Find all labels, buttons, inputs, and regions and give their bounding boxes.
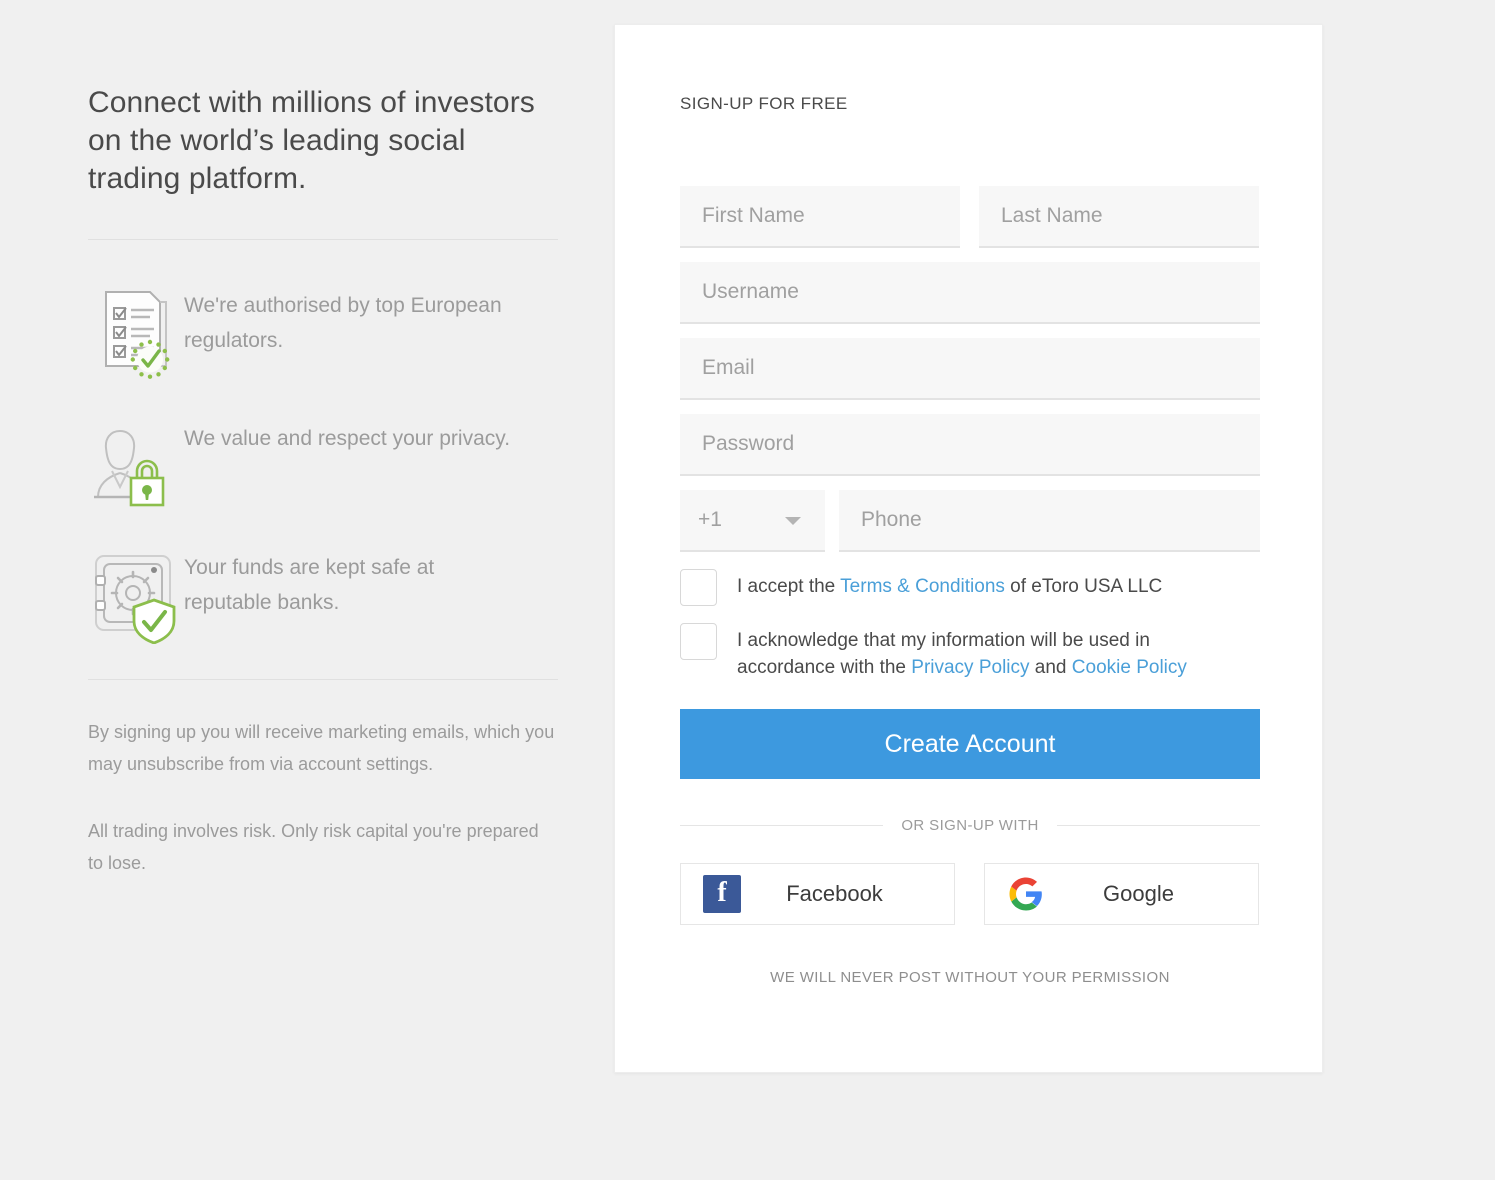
facebook-signup-button[interactable]: f Facebook (680, 863, 955, 925)
privacy-middle: and (1029, 657, 1072, 678)
email-placeholder: Email (702, 356, 755, 379)
signup-form: First Name Last Name Username Email Pass… (680, 186, 1261, 986)
permission-note: WE WILL NEVER POST WITHOUT YOUR PERMISSI… (770, 969, 1170, 986)
privacy-checkbox[interactable] (680, 623, 717, 660)
terms-row: I accept the Terms & Conditions of eToro… (680, 568, 1260, 606)
terms-suffix: of eToro USA LLC (1004, 576, 1163, 597)
terms-checkbox[interactable] (680, 569, 717, 606)
last-name-field[interactable]: Last Name (979, 186, 1259, 248)
username-field[interactable]: Username (680, 262, 1260, 324)
checklist-verified-icon (88, 284, 184, 382)
page-title: Connect with millions of investors on th… (88, 86, 535, 195)
privacy-row: I acknowledge that my information will b… (680, 622, 1260, 681)
privacy-policy-link[interactable]: Privacy Policy (911, 657, 1029, 678)
feature-list: We're authorised by top European regulat… (88, 284, 560, 644)
feature-label: We value and respect your privacy. (184, 427, 511, 450)
person-lock-icon (88, 417, 184, 511)
divider-top (88, 239, 558, 240)
google-signup-button[interactable]: Google (984, 863, 1259, 925)
country-code-value: +1 (698, 508, 722, 531)
terms-label: I accept the Terms & Conditions of eToro… (737, 568, 1162, 600)
password-row: Password (680, 414, 1260, 476)
divider-bottom (88, 679, 558, 680)
feature-label: Your funds are kept safe at reputable ba… (184, 556, 435, 614)
terms-conditions-link[interactable]: Terms & Conditions (840, 576, 1005, 597)
legal-disclaimer: By signing up you will receive marketing… (88, 716, 560, 879)
country-code-select[interactable]: +1 (680, 490, 825, 552)
username-placeholder: Username (702, 280, 799, 303)
marketing-disclaimer: By signing up you will receive marketing… (88, 722, 555, 774)
facebook-icon: f (703, 875, 741, 913)
first-name-field[interactable]: First Name (680, 186, 960, 248)
feature-item: We value and respect your privacy. (88, 417, 560, 511)
signup-card: SIGN-UP FOR FREE First Name Last Name Us… (614, 24, 1323, 1073)
name-row: First Name Last Name (680, 186, 1260, 248)
password-placeholder: Password (702, 432, 795, 455)
phone-row: +1 Phone (680, 490, 1260, 552)
facebook-glyph: f (703, 875, 741, 913)
or-signup-label: OR SIGN-UP WITH (901, 817, 1039, 834)
separator-line-left (680, 825, 884, 826)
first-name-placeholder: First Name (702, 204, 805, 227)
privacy-label: I acknowledge that my information will b… (737, 622, 1237, 681)
email-field[interactable]: Email (680, 338, 1260, 400)
chevron-down-icon (785, 517, 801, 525)
password-field[interactable]: Password (680, 414, 1260, 476)
signup-page: Connect with millions of investors on th… (0, 0, 1495, 1180)
facebook-label: Facebook (786, 881, 883, 906)
feature-label: We're authorised by top European regulat… (184, 294, 502, 352)
or-separator: OR SIGN-UP WITH (680, 817, 1261, 834)
cookie-policy-link[interactable]: Cookie Policy (1072, 657, 1187, 678)
signup-heading: SIGN-UP FOR FREE (680, 94, 848, 113)
last-name-placeholder: Last Name (1001, 204, 1103, 227)
email-row: Email (680, 338, 1260, 400)
google-label: Google (1103, 881, 1174, 906)
terms-prefix: I accept the (737, 576, 841, 597)
phone-field[interactable]: Phone (839, 490, 1260, 552)
phone-placeholder: Phone (861, 508, 922, 531)
separator-line-right (1056, 825, 1261, 826)
safe-shield-icon (88, 546, 184, 644)
social-signup-row: f Facebook Google (680, 863, 1260, 925)
risk-disclaimer: All trading involves risk. Only risk cap… (88, 821, 539, 873)
create-account-button[interactable]: Create Account (680, 709, 1260, 779)
feature-item: We're authorised by top European regulat… (88, 284, 560, 382)
google-icon (1007, 875, 1045, 913)
username-row: Username (680, 262, 1260, 324)
marketing-column: Connect with millions of investors on th… (88, 84, 560, 879)
feature-item: Your funds are kept safe at reputable ba… (88, 546, 560, 644)
